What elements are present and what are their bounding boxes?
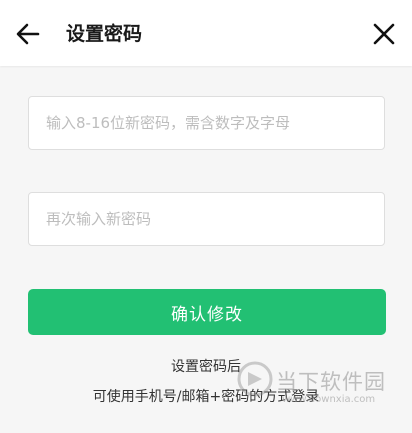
watermark-logo-icon [236,360,274,398]
watermark-url: www.downxia.com [282,394,376,405]
close-icon[interactable] [368,18,400,50]
header-bar: 设置密码 [0,0,412,66]
confirm-change-button[interactable]: 确认修改 [28,289,386,335]
repeat-password-input[interactable] [28,192,385,246]
page-title: 设置密码 [66,23,143,45]
watermark-name: 当下软件园 [276,370,386,394]
new-password-input[interactable] [28,96,385,150]
back-arrow-icon[interactable] [12,18,44,50]
